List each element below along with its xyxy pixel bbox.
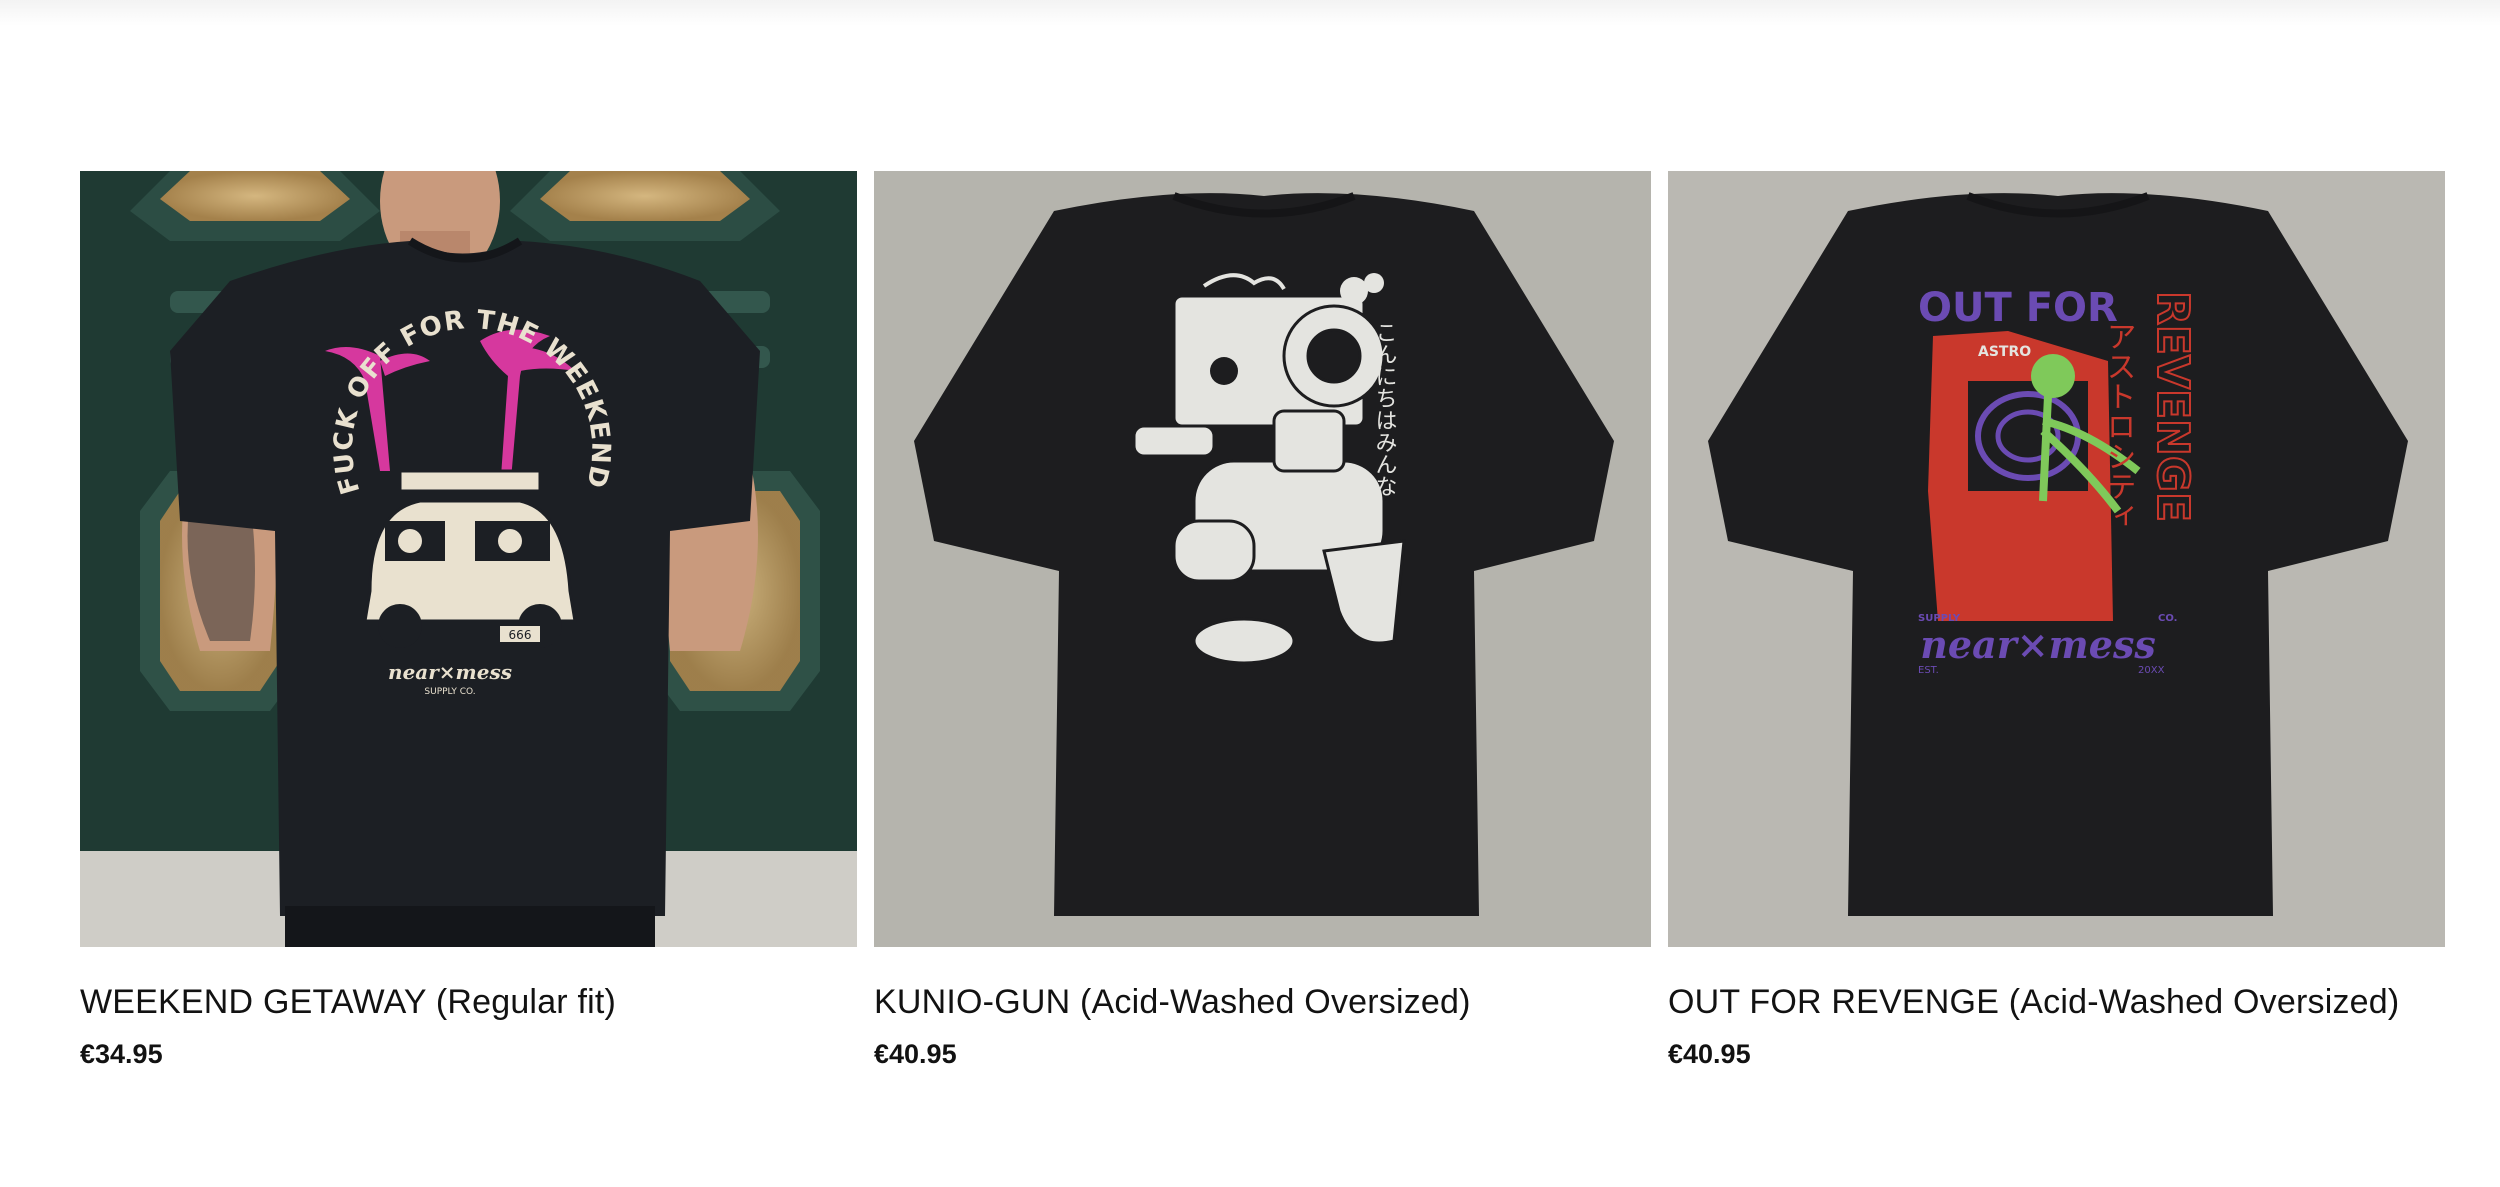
brand-sub: SUPPLY CO. [424, 687, 475, 697]
out-for-revenge-photo: OUT FOR REVENGE ASTRO アストロシティ SUPPLY CO.… [1668, 171, 2445, 947]
co-text: CO. [2158, 613, 2177, 624]
product-grid: FUCK OFF FOR THE WEEKEND 666 near×mess S… [80, 171, 2445, 1070]
header-shadow [0, 0, 2500, 26]
kunio-gun-photo: こんにちはみんな [874, 171, 1651, 947]
product-card-weekend-getaway[interactable]: FUCK OFF FOR THE WEEKEND 666 near×mess S… [80, 171, 857, 1070]
brand-logo: near×mess [388, 660, 512, 684]
year-text: 20XX [2138, 665, 2165, 676]
product-price: €34.95 [80, 1039, 163, 1069]
license-plate: 666 [509, 628, 532, 642]
product-image[interactable]: こんにちはみんな [874, 171, 1651, 947]
product-image[interactable]: FUCK OFF FOR THE WEEKEND 666 near×mess S… [80, 171, 857, 947]
product-price: €40.95 [1668, 1039, 1751, 1069]
japanese-vertical-text: こんにちはみんな [1372, 321, 1397, 497]
product-title[interactable]: OUT FOR REVENGE (Acid-Washed Oversized) [1668, 981, 2445, 1023]
est-text: EST. [1918, 665, 1939, 676]
product-card-kunio-gun[interactable]: こんにちはみんな KUNIO-GUN (Acid-Washed Oversize… [874, 171, 1651, 1070]
brand-logo: near×mess [1920, 622, 2155, 667]
katakana-text: アストロシティ [2101, 321, 2136, 531]
weekend-getaway-photo: FUCK OFF FOR THE WEEKEND 666 near×mess S… [80, 171, 857, 947]
product-card-out-for-revenge[interactable]: OUT FOR REVENGE ASTRO アストロシティ SUPPLY CO.… [1668, 171, 2445, 1070]
product-title[interactable]: KUNIO-GUN (Acid-Washed Oversized) [874, 981, 1651, 1023]
vertical-headline: REVENGE [2147, 291, 2198, 522]
product-price: €40.95 [874, 1039, 957, 1069]
cabinet-label: ASTRO [1978, 344, 2031, 360]
headline-text: OUT FOR [1918, 285, 2118, 331]
product-image[interactable]: OUT FOR REVENGE ASTRO アストロシティ SUPPLY CO.… [1668, 171, 2445, 947]
product-title[interactable]: WEEKEND GETAWAY (Regular fit) [80, 981, 857, 1023]
